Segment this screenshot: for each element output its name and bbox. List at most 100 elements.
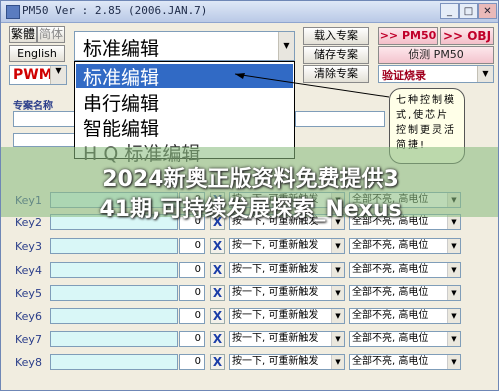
dropdown-option[interactable]: 标准编辑 <box>83 63 159 90</box>
key-label: Key6 <box>15 310 42 323</box>
verify-burn-select[interactable]: 验证烧录 ▼ <box>378 65 494 83</box>
key-row: Key3 0 X 按一下, 可重新触发 ▼ 全部不亮, 高电位 ▼ <box>1 237 498 258</box>
chevron-down-icon: ▼ <box>331 332 344 346</box>
key-label: Key4 <box>15 264 42 277</box>
chevron-down-icon: ▼ <box>447 309 460 323</box>
trigger-select[interactable]: 按一下, 可重新触发 ▼ <box>229 262 345 278</box>
to-pm50-button[interactable]: >> PM50 <box>378 27 438 45</box>
clear-key-icon[interactable]: X <box>210 308 225 324</box>
chevron-down-icon: ▼ <box>331 355 344 369</box>
chevron-down-icon: ▼ <box>447 239 460 253</box>
state-select[interactable]: 全部不亮, 高电位 ▼ <box>349 308 461 324</box>
editor-mode-value: 标准编辑 <box>83 38 160 60</box>
key-row: Key6 0 X 按一下, 可重新触发 ▼ 全部不亮, 高电位 ▼ <box>1 307 498 328</box>
trigger-select[interactable]: 按一下, 可重新触发 ▼ <box>229 238 345 254</box>
project-note-input[interactable] <box>13 133 77 147</box>
project-name-input[interactable] <box>13 111 77 127</box>
trigger-select[interactable]: 按一下, 可重新触发 ▼ <box>229 354 345 370</box>
state-value: 全部不亮, 高电位 <box>352 356 429 367</box>
simplified-chinese-button[interactable]: 简体 <box>37 26 65 43</box>
trigger-value: 按一下, 可重新触发 <box>232 310 319 321</box>
clear-key-icon[interactable]: X <box>210 262 225 278</box>
trigger-value: 按一下, 可重新触发 <box>232 333 319 344</box>
english-button[interactable]: English <box>9 45 65 62</box>
state-value: 全部不亮, 高电位 <box>352 287 429 298</box>
state-value: 全部不亮, 高电位 <box>352 240 429 251</box>
clear-key-icon[interactable]: X <box>210 354 225 370</box>
key-count-field[interactable]: 0 <box>179 262 205 278</box>
dropdown-option[interactable]: 智能编辑 <box>83 114 159 141</box>
chevron-down-icon: ▼ <box>447 332 460 346</box>
callout-pointer <box>234 73 390 98</box>
window-title: PM50 Ver : 2.85 (2006.JAN.7) <box>22 4 208 17</box>
close-button[interactable]: ✕ <box>478 3 497 19</box>
state-value: 全部不亮, 高电位 <box>352 264 429 275</box>
chevron-down-icon: ▼ <box>331 286 344 300</box>
minimize-button[interactable]: _ <box>440 3 459 19</box>
banner-line-2: 41期,可持续发展探索_Nexus <box>99 197 402 222</box>
title-bar[interactable]: PM50 Ver : 2.85 (2006.JAN.7) _ □ ✕ <box>1 1 498 23</box>
watermark-banner: 2024新奥正版资料免费提供3 41期,可持续发展探索_Nexus <box>1 147 498 222</box>
key-count-field[interactable]: 0 <box>179 285 205 301</box>
key-count-field[interactable]: 0 <box>179 331 205 347</box>
clear-key-icon[interactable]: X <box>210 331 225 347</box>
key-count-field[interactable]: 0 <box>179 238 205 254</box>
trigger-value: 按一下, 可重新触发 <box>232 240 319 251</box>
load-project-button[interactable]: 载入专案 <box>303 27 369 45</box>
project-name-label: 专案名称 <box>13 101 53 112</box>
key-name-input[interactable] <box>50 238 178 254</box>
chevron-down-icon: ▼ <box>477 66 493 82</box>
key-count-field[interactable]: 0 <box>179 354 205 370</box>
chevron-down-icon: ▼ <box>447 286 460 300</box>
key-row: Key7 0 X 按一下, 可重新触发 ▼ 全部不亮, 高电位 ▼ <box>1 330 498 351</box>
state-select[interactable]: 全部不亮, 高电位 ▼ <box>349 354 461 370</box>
clear-key-icon[interactable]: X <box>210 285 225 301</box>
detect-pm50-button[interactable]: 侦测 PM50 <box>378 46 494 64</box>
chevron-down-icon: ▼ <box>331 263 344 277</box>
key-label: Key5 <box>15 287 42 300</box>
editor-mode-select[interactable]: 标准编辑 ▼ <box>74 31 295 61</box>
state-value: 全部不亮, 高电位 <box>352 310 429 321</box>
app-icon <box>6 5 20 19</box>
key-label: Key3 <box>15 240 42 253</box>
chevron-down-icon: ▼ <box>447 263 460 277</box>
state-select[interactable]: 全部不亮, 高电位 ▼ <box>349 331 461 347</box>
chevron-down-icon: ▼ <box>331 309 344 323</box>
key-name-input[interactable] <box>50 308 178 324</box>
state-value: 全部不亮, 高电位 <box>352 333 429 344</box>
trigger-value: 按一下, 可重新触发 <box>232 356 319 367</box>
trigger-select[interactable]: 按一下, 可重新触发 ▼ <box>229 285 345 301</box>
trigger-value: 按一下, 可重新触发 <box>232 264 319 275</box>
traditional-chinese-button[interactable]: 繁體 <box>9 26 37 43</box>
state-select[interactable]: 全部不亮, 高电位 ▼ <box>349 285 461 301</box>
chevron-down-icon: ▼ <box>447 355 460 369</box>
key-name-input[interactable] <box>50 262 178 278</box>
key-label: Key8 <box>15 356 42 369</box>
key-row: Key5 0 X 按一下, 可重新触发 ▼ 全部不亮, 高电位 ▼ <box>1 284 498 305</box>
dropdown-option[interactable]: 串行编辑 <box>83 89 159 116</box>
project-detail-input[interactable] <box>295 111 385 127</box>
key-row: Key8 0 X 按一下, 可重新触发 ▼ 全部不亮, 高电位 ▼ <box>1 353 498 374</box>
state-select[interactable]: 全部不亮, 高电位 ▼ <box>349 262 461 278</box>
chevron-down-icon: ▼ <box>331 239 344 253</box>
key-name-input[interactable] <box>50 285 178 301</box>
key-count-field[interactable]: 0 <box>179 308 205 324</box>
chevron-down-icon: ▼ <box>278 32 294 60</box>
state-select[interactable]: 全部不亮, 高电位 ▼ <box>349 238 461 254</box>
maximize-button[interactable]: □ <box>459 3 478 19</box>
trigger-value: 按一下, 可重新触发 <box>232 287 319 298</box>
clear-key-icon[interactable]: X <box>210 238 225 254</box>
banner-line-1: 2024新奥正版资料免费提供3 <box>102 167 399 192</box>
app-window: PM50 Ver : 2.85 (2006.JAN.7) _ □ ✕ 繁體 简体… <box>0 0 499 391</box>
trigger-select[interactable]: 按一下, 可重新触发 ▼ <box>229 331 345 347</box>
trigger-select[interactable]: 按一下, 可重新触发 ▼ <box>229 308 345 324</box>
save-project-button[interactable]: 储存专案 <box>303 46 369 64</box>
chevron-down-icon: ▼ <box>50 66 66 84</box>
mode-select[interactable]: PWM ▼ <box>9 65 67 85</box>
mode-value: PWM <box>13 67 53 83</box>
key-name-input[interactable] <box>50 354 178 370</box>
key-name-input[interactable] <box>50 331 178 347</box>
to-obj-button[interactable]: >> OBJ <box>440 27 494 45</box>
key-row: Key4 0 X 按一下, 可重新触发 ▼ 全部不亮, 高电位 ▼ <box>1 261 498 282</box>
key-label: Key7 <box>15 333 42 346</box>
